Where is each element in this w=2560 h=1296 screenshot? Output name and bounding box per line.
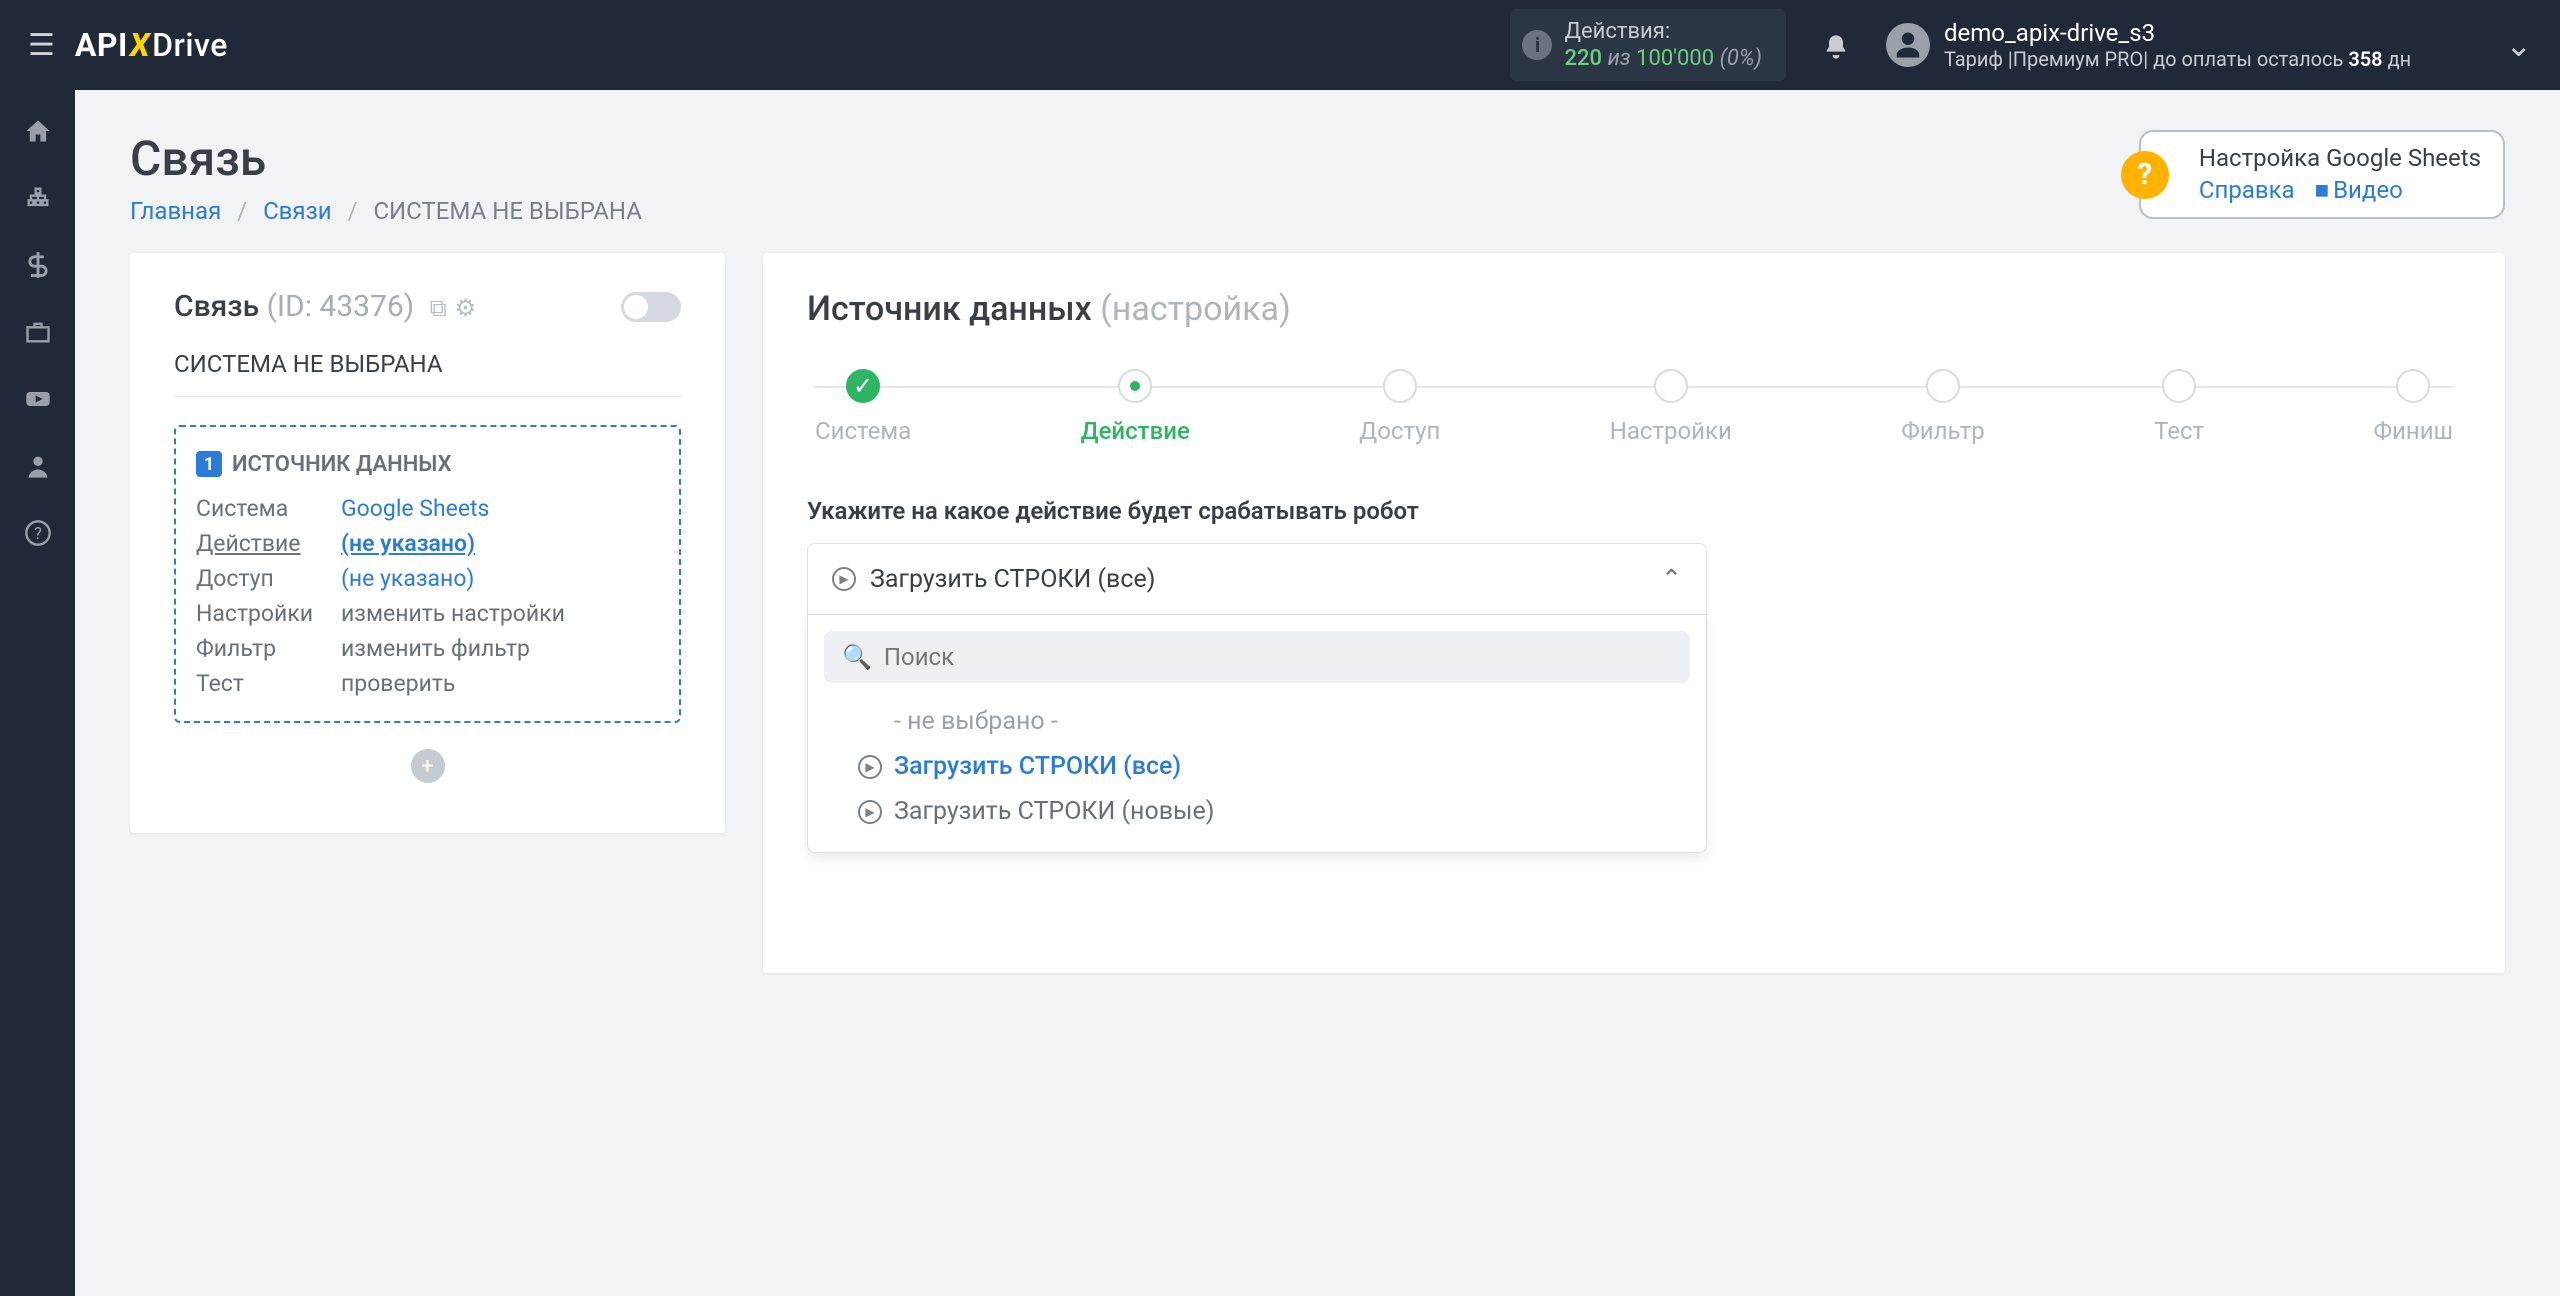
bell-icon[interactable] <box>1822 29 1850 62</box>
row-system-value[interactable]: Google Sheets <box>341 495 659 522</box>
config-title: Источник данных (настройка) <box>807 289 2461 329</box>
gear-icon[interactable]: ⚙ <box>455 294 477 322</box>
link-summary-card: Связь (ID: 43376) ⧉ ⚙ СИСТЕМА НЕ ВЫБРАНА… <box>130 253 725 833</box>
topbar: ☰ API X Drive i Действия: 220 из 100'000… <box>0 0 2560 90</box>
step-filter: Фильтр <box>1901 369 1984 445</box>
source-title: ИСТОЧНИК ДАННЫХ <box>232 452 452 477</box>
action-select[interactable]: ▶ Загрузить СТРОКИ (все) ⌃ <box>807 543 1707 615</box>
search-input-wrapper[interactable]: 🔍 <box>824 631 1690 683</box>
action-dropdown: 🔍 - не выбрано - ▶Загрузить СТРОКИ (все)… <box>807 615 1707 853</box>
actions-counter[interactable]: i Действия: 220 из 100'000 (0%) <box>1510 9 1785 81</box>
row-test-label: Тест <box>196 670 341 697</box>
row-system-label: Система <box>196 495 341 522</box>
enable-toggle[interactable] <box>621 292 681 322</box>
username: demo_apix-drive_s3 <box>1944 19 2411 47</box>
action-selected: Загрузить СТРОКИ (все) <box>870 565 1155 594</box>
source-box: 1 ИСТОЧНИК ДАННЫХ Система Google Sheets … <box>174 425 681 723</box>
user-menu[interactable]: demo_apix-drive_s3 Тариф |Премиум PRO| д… <box>1886 19 2532 71</box>
help-ref-link[interactable]: Справка <box>2199 176 2295 204</box>
logo-x: X <box>128 26 152 64</box>
logo-drive: Drive <box>152 26 228 64</box>
search-icon: 🔍 <box>842 643 872 671</box>
row-action-value[interactable]: (не указано) <box>341 530 659 557</box>
sidebar-home-icon[interactable] <box>0 112 75 145</box>
avatar-icon <box>1886 23 1930 67</box>
sidebar-briefcase-icon[interactable] <box>0 313 75 346</box>
info-icon: i <box>1522 30 1552 60</box>
sidebar-video-icon[interactable] <box>0 380 75 413</box>
row-filter-value[interactable]: изменить фильтр <box>341 635 659 662</box>
user-plan: Тариф |Премиум PRO| до оплаты осталось 3… <box>1944 47 2411 71</box>
chevron-down-icon: ⌄ <box>2505 26 2532 64</box>
svg-text:?: ? <box>34 523 42 542</box>
help-video-link[interactable]: ■Видео <box>2315 176 2403 204</box>
main-content: Связь Главная / Связи / СИСТЕМА НЕ ВЫБРА… <box>75 90 2560 1296</box>
actions-label: Действия: <box>1564 19 1761 44</box>
search-input[interactable] <box>884 643 1672 671</box>
sidebar: ? <box>0 90 75 1296</box>
row-access-value[interactable]: (не указано) <box>341 565 659 592</box>
row-filter-label: Фильтр <box>196 635 341 662</box>
row-test-value[interactable]: проверить <box>341 670 659 697</box>
config-card: Источник данных (настройка) ✓Система Дей… <box>763 253 2505 973</box>
row-action-label: Действие <box>196 530 341 557</box>
help-title: Настройка Google Sheets <box>2199 144 2481 172</box>
step-system[interactable]: ✓Система <box>815 369 911 445</box>
link-title: Связь (ID: 43376) <box>174 289 422 324</box>
option-all[interactable]: ▶Загрузить СТРОКИ (все) <box>824 744 1690 789</box>
source-badge: 1 <box>196 451 222 477</box>
breadcrumb: Главная / Связи / СИСТЕМА НЕ ВЫБРАНА <box>130 197 642 225</box>
step-finish: Финиш <box>2373 369 2453 445</box>
crumb-current: СИСТЕМА НЕ ВЫБРАНА <box>373 197 641 225</box>
crumb-links[interactable]: Связи <box>263 197 332 225</box>
sidebar-help-icon[interactable]: ? <box>0 514 75 547</box>
step-action[interactable]: Действие <box>1081 369 1190 445</box>
sidebar-account-icon[interactable] <box>0 447 75 480</box>
logo-api: API <box>75 26 128 64</box>
menu-icon[interactable]: ☰ <box>28 28 55 63</box>
logo[interactable]: API X Drive <box>75 26 228 64</box>
help-icon[interactable]: ? <box>2121 151 2169 199</box>
option-none[interactable]: - не выбрано - <box>824 699 1690 744</box>
crumb-home[interactable]: Главная <box>130 197 221 225</box>
sidebar-billing-icon[interactable] <box>0 246 75 279</box>
row-settings-label: Настройки <box>196 600 341 627</box>
add-destination-button[interactable]: + <box>411 749 445 783</box>
play-icon: ▶ <box>832 567 856 591</box>
option-new[interactable]: ▶Загрузить СТРОКИ (новые) <box>824 789 1690 834</box>
sidebar-links-icon[interactable] <box>0 179 75 212</box>
link-subtitle: СИСТЕМА НЕ ВЫБРАНА <box>174 350 681 397</box>
step-test: Тест <box>2154 369 2204 445</box>
action-field-label: Укажите на какое действие будет срабатыв… <box>807 497 2461 525</box>
chevron-up-icon: ⌃ <box>1661 564 1682 594</box>
page-title: Связь <box>130 130 642 187</box>
step-access: Доступ <box>1359 369 1440 445</box>
steps: ✓Система Действие Доступ Настройки Фильт… <box>807 369 2461 445</box>
help-box: ? Настройка Google Sheets Справка ■Видео <box>2139 130 2505 219</box>
video-icon: ■ <box>2315 176 2330 204</box>
row-access-label: Доступ <box>196 565 341 592</box>
copy-icon[interactable]: ⧉ <box>430 294 447 322</box>
actions-value: 220 из 100'000 (0%) <box>1564 46 1761 71</box>
row-settings-value[interactable]: изменить настройки <box>341 600 659 627</box>
step-settings: Настройки <box>1610 369 1732 445</box>
